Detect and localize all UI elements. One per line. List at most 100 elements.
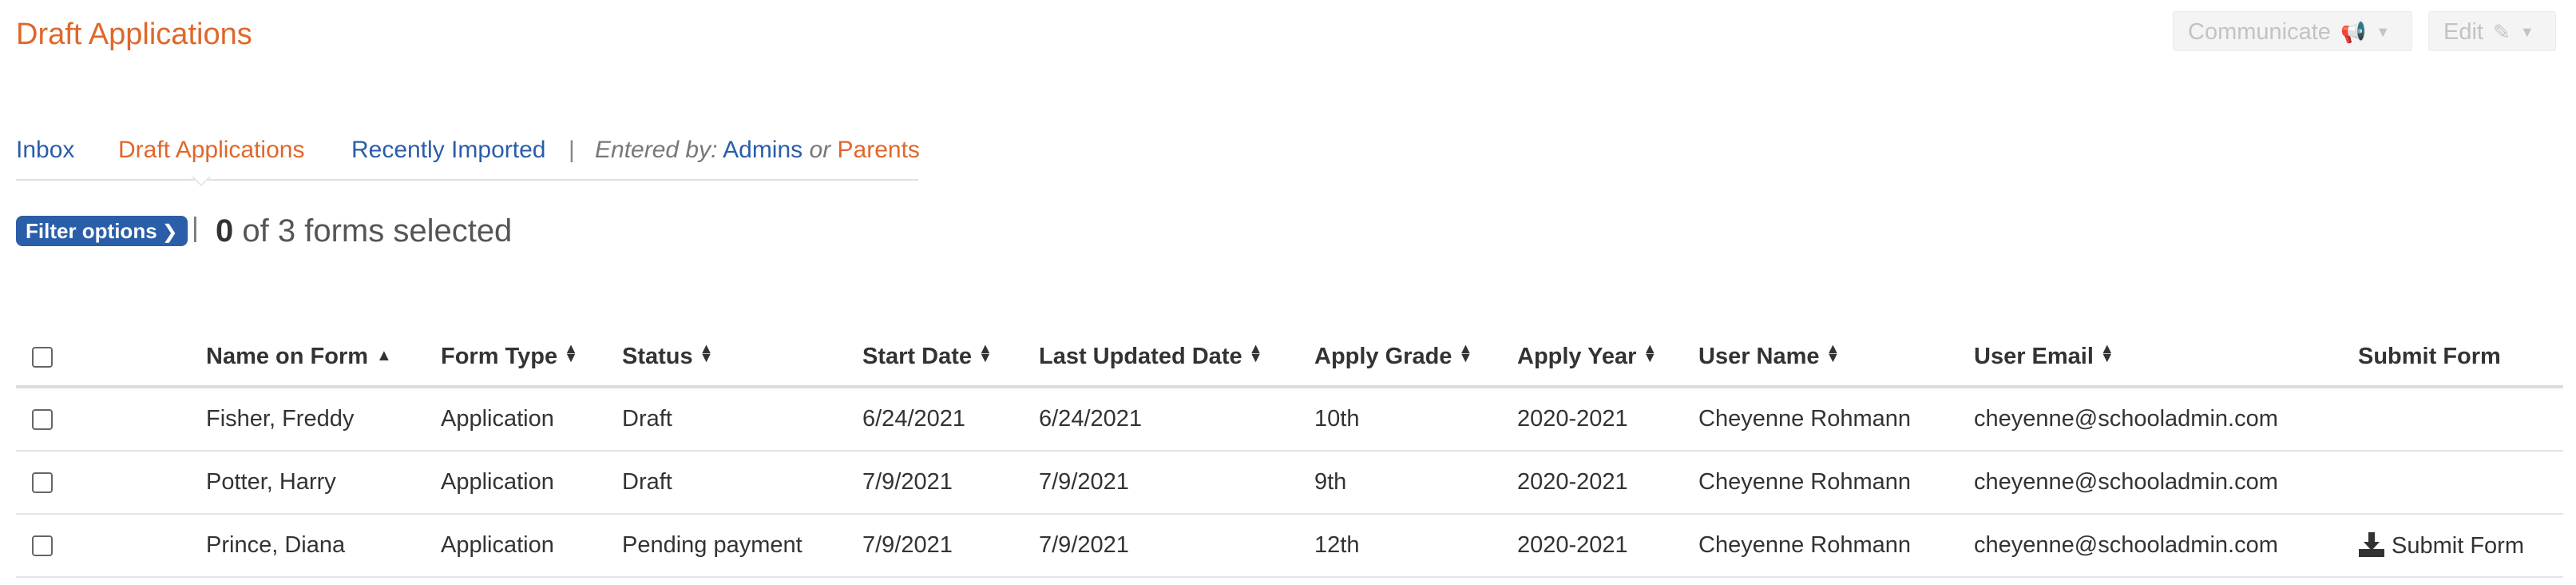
header-label: Apply Grade: [1314, 343, 1452, 369]
row-checkbox[interactable]: [32, 472, 53, 494]
entered-by-filter: Entered by: Admins or Parents: [595, 134, 920, 166]
cell-apply-grade: 9th: [1314, 451, 1517, 515]
header-label: Name on Form: [206, 343, 369, 369]
cell-last-updated: 6/24/2021: [1039, 387, 1314, 452]
filter-separator: |: [192, 213, 199, 243]
header-label: Apply Year: [1517, 343, 1637, 369]
header-label: Status: [622, 343, 693, 369]
sort-icon: ▲ ▼: [1458, 340, 1473, 365]
cell-user-email: cheyenne@schooladmin.com: [1974, 514, 2358, 578]
sort-icon: ▲ ▼: [1643, 340, 1658, 365]
cell-user-name: Cheyenne Rohmann: [1698, 387, 1974, 452]
tab-separator: |: [569, 137, 575, 163]
sort-icon: ▲ ▼: [699, 340, 714, 365]
communicate-button[interactable]: Communicate 📢 ▼: [2173, 11, 2412, 51]
header-apply-grade[interactable]: Apply Grade ▲ ▼: [1314, 328, 1517, 388]
pencil-icon: ✎: [2493, 20, 2511, 44]
row-select-cell: [16, 387, 206, 452]
cell-user-name: Cheyenne Rohmann: [1698, 451, 1974, 515]
header-name-on-form[interactable]: Name on Form ▲: [206, 328, 441, 388]
sort-icon: ▲ ▼: [2099, 340, 2114, 365]
cell-user-email: cheyenne@schooladmin.com: [1974, 451, 2358, 515]
sort-icon: ▲ ▼: [1825, 340, 1841, 365]
chevron-down-icon: ▼: [2376, 24, 2391, 40]
tab-recently-imported[interactable]: Recently Imported: [351, 134, 545, 166]
sort-icon: ▲ ▼: [978, 340, 993, 365]
chevron-down-icon: ▼: [2519, 24, 2534, 40]
header-form-type[interactable]: Form Type ▲ ▼: [441, 328, 622, 388]
cell-start-date: 6/24/2021: [862, 387, 1039, 452]
row-checkbox[interactable]: [32, 409, 53, 431]
filter-options-button[interactable]: Filter options ❯: [16, 216, 188, 246]
chevron-right-icon: ❯: [161, 221, 178, 243]
download-icon: [2359, 531, 2384, 557]
header-user-name[interactable]: User Name ▲ ▼: [1698, 328, 1974, 388]
table-row[interactable]: Fisher, Freddy Application Draft 6/24/20…: [16, 387, 2563, 452]
selected-count: 0: [216, 213, 234, 249]
header-apply-year[interactable]: Apply Year ▲ ▼: [1517, 328, 1698, 388]
table-header-row: Name on Form ▲ Form Type ▲ ▼ Status ▲ ▼ Start…: [16, 328, 2563, 388]
megaphone-icon: 📢: [2340, 20, 2367, 44]
forms-table: Name on Form ▲ Form Type ▲ ▼ Status ▲ ▼ Start…: [16, 328, 2563, 578]
cell-user-email: cheyenne@schooladmin.com: [1974, 387, 2358, 452]
selection-summary: 0 of 3 forms selected: [216, 209, 512, 253]
cell-form-type: Application: [441, 387, 622, 452]
or-label: or: [809, 137, 831, 163]
cell-start-date: 7/9/2021: [862, 451, 1039, 515]
header-label: User Name: [1698, 343, 1820, 369]
header-label: Last Updated Date: [1039, 343, 1242, 369]
sort-ascending-icon: ▲: [376, 346, 392, 364]
tab-bar: Inbox Draft Applications Recently Import…: [16, 128, 920, 181]
tab-inbox[interactable]: Inbox: [16, 134, 74, 166]
tab-draft-applications[interactable]: Draft Applications: [118, 134, 304, 166]
select-all-cell: [16, 328, 206, 388]
cell-apply-year: 2020-2021: [1517, 387, 1698, 452]
table-row[interactable]: Prince, Diana Application Pending paymen…: [16, 514, 2563, 578]
cell-status: Pending payment: [622, 514, 862, 578]
edit-button[interactable]: Edit ✎ ▼: [2428, 11, 2556, 51]
cell-apply-year: 2020-2021: [1517, 514, 1698, 578]
header-label: User Email: [1974, 343, 2094, 369]
header-user-email[interactable]: User Email ▲ ▼: [1974, 328, 2358, 388]
row-select-cell: [16, 514, 206, 578]
edit-label: Edit: [2443, 19, 2483, 45]
cell-name[interactable]: Fisher, Freddy: [206, 387, 441, 452]
cell-last-updated: 7/9/2021: [1039, 514, 1314, 578]
cell-form-type: Application: [441, 451, 622, 515]
parents-link[interactable]: Parents: [838, 137, 920, 163]
header-label: Form Type: [441, 343, 558, 369]
header-label: Start Date: [862, 343, 972, 369]
page-title: Draft Applications: [16, 18, 252, 51]
row-select-cell: [16, 451, 206, 515]
select-all-checkbox[interactable]: [32, 346, 53, 368]
cell-name[interactable]: Prince, Diana: [206, 514, 441, 578]
communicate-label: Communicate: [2188, 19, 2331, 45]
filter-options-label: Filter options: [26, 219, 157, 243]
submit-form-link[interactable]: Submit Form: [2358, 531, 2524, 559]
cell-name[interactable]: Potter, Harry: [206, 451, 441, 515]
table-row[interactable]: Potter, Harry Application Draft 7/9/2021…: [16, 451, 2563, 515]
header-label: Submit Form: [2358, 343, 2501, 369]
header-last-updated-date[interactable]: Last Updated Date ▲ ▼: [1039, 328, 1314, 388]
admins-link[interactable]: Admins: [723, 137, 803, 163]
header-start-date[interactable]: Start Date ▲ ▼: [862, 328, 1039, 388]
header-status[interactable]: Status ▲ ▼: [622, 328, 862, 388]
row-checkbox[interactable]: [32, 535, 53, 557]
sort-icon: ▲ ▼: [1248, 340, 1263, 365]
cell-user-name: Cheyenne Rohmann: [1698, 514, 1974, 578]
selected-suffix: of 3 forms selected: [242, 213, 513, 249]
cell-form-type: Application: [441, 514, 622, 578]
cell-submit: [2358, 387, 2563, 452]
cell-status: Draft: [622, 451, 862, 515]
cell-apply-year: 2020-2021: [1517, 451, 1698, 515]
cell-apply-grade: 12th: [1314, 514, 1517, 578]
cell-last-updated: 7/9/2021: [1039, 451, 1314, 515]
cell-status: Draft: [622, 387, 862, 452]
cell-start-date: 7/9/2021: [862, 514, 1039, 578]
cell-submit: Submit Form: [2358, 514, 2563, 578]
header-submit-form: Submit Form: [2358, 328, 2563, 388]
active-tab-pointer-inner: [193, 177, 209, 185]
entered-by-label: Entered by:: [595, 137, 718, 163]
submit-form-label: Submit Form: [2392, 532, 2524, 559]
sort-icon: ▲ ▼: [564, 340, 578, 365]
